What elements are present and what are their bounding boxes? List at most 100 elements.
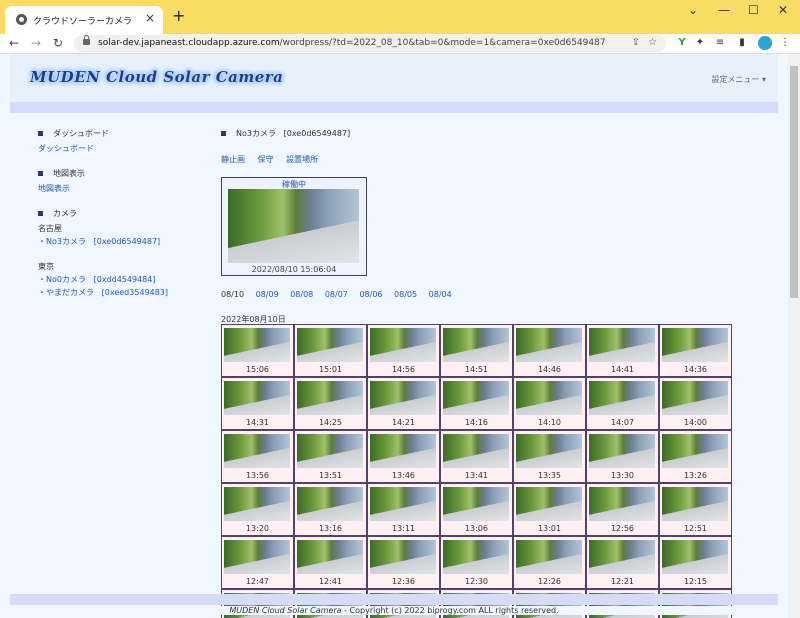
- thumbnail-image: [662, 434, 728, 468]
- thumbnail-image: [662, 540, 728, 574]
- preview-image: [228, 189, 359, 263]
- thumbnail-cell[interactable]: 14:51: [440, 324, 513, 377]
- thumbnail-cell[interactable]: 13:56: [221, 430, 294, 483]
- kebab-menu-icon[interactable]: ⋮: [778, 36, 792, 50]
- thumbnail-cell[interactable]: 12:47: [221, 536, 294, 589]
- thumbnail-cell[interactable]: 12:41: [294, 536, 367, 589]
- thumbnail-image: [224, 434, 290, 468]
- thumbnail-image: [443, 540, 509, 574]
- site-logo[interactable]: MUDEN Cloud Solar Camera: [30, 68, 283, 86]
- thumbnail-time: 14:25: [318, 418, 343, 427]
- thumbnail-cell[interactable]: 13:46: [367, 430, 440, 483]
- camera-preview[interactable]: 稼働中 2022/08/10 15:06:04: [221, 177, 367, 276]
- tab-search-icon[interactable]: ⌄: [688, 3, 698, 17]
- thumbnail-cell[interactable]: 12:15: [659, 536, 732, 589]
- main-content: No3カメラ [0xe0d6549487] 静止画 保守 設置場所 稼働中 20…: [221, 128, 732, 618]
- thumbnail-cell[interactable]: 15:06: [221, 324, 294, 377]
- tab-close-button[interactable]: ×: [145, 11, 155, 25]
- forward-arrow-icon[interactable]: →: [31, 34, 41, 53]
- thumbnail-time: 12:30: [464, 577, 489, 586]
- thumbnail-image: [297, 381, 363, 415]
- thumbnail-cell[interactable]: 14:31: [221, 377, 294, 430]
- profile-avatar[interactable]: [758, 36, 772, 50]
- thumbnail-cell[interactable]: 14:16: [440, 377, 513, 430]
- date-link[interactable]: 08/06: [359, 290, 382, 299]
- thumbnail-time: 13:56: [245, 471, 270, 480]
- reading-list-icon[interactable]: ≡: [713, 36, 727, 50]
- thumbnail-cell[interactable]: 14:00: [659, 377, 732, 430]
- header-band: [10, 102, 778, 113]
- thumbnail-time: 14:36: [683, 365, 708, 374]
- address-bar[interactable]: solar-dev.japaneast.cloudapp.azure.com/w…: [74, 35, 666, 52]
- bookmark-star-icon[interactable]: ☆: [648, 37, 657, 48]
- thumbnail-time: 14:31: [245, 418, 270, 427]
- thumbnail-time: 13:46: [391, 471, 416, 480]
- thumbnail-cell[interactable]: 13:51: [294, 430, 367, 483]
- date-link[interactable]: 08/05: [394, 290, 417, 299]
- thumbnail-cell[interactable]: 13:30: [586, 430, 659, 483]
- scrollbar-thumb[interactable]: [790, 66, 798, 298]
- thumbnail-cell[interactable]: 12:51: [659, 483, 732, 536]
- footer-brand: MUDEN Cloud Solar Camera: [229, 606, 342, 615]
- preview-timestamp: 2022/08/10 15:06:04: [251, 265, 337, 274]
- date-link[interactable]: 08/04: [429, 290, 452, 299]
- thumbnail-time: 13:01: [537, 524, 562, 533]
- thumbnail-cell[interactable]: 13:06: [440, 483, 513, 536]
- extension-icon[interactable]: Y: [675, 36, 689, 50]
- thumbnail-image: [589, 328, 655, 362]
- thumbnail-cell[interactable]: 13:35: [513, 430, 586, 483]
- thumbnail-image: [370, 381, 436, 415]
- reload-icon[interactable]: ↻: [53, 34, 63, 53]
- thumbnail-cell[interactable]: 14:10: [513, 377, 586, 430]
- browser-tab[interactable]: クラウドソーラーカメラ ×: [5, 6, 163, 34]
- thumbnail-cell[interactable]: 13:01: [513, 483, 586, 536]
- thumbnail-cell[interactable]: 13:20: [221, 483, 294, 536]
- back-arrow-icon[interactable]: ←: [9, 34, 19, 53]
- window-close-button[interactable]: ✕: [778, 3, 788, 17]
- thumbnail-time: 13:41: [464, 471, 489, 480]
- thumbnail-cell[interactable]: 14:07: [586, 377, 659, 430]
- thumbnail-cell[interactable]: 12:21: [586, 536, 659, 589]
- thumbnail-image: [443, 328, 509, 362]
- thumbnail-cell[interactable]: 13:26: [659, 430, 732, 483]
- globe-icon: [16, 14, 27, 25]
- action-maintenance[interactable]: 保守: [258, 155, 274, 164]
- thumbnail-cell[interactable]: 12:56: [586, 483, 659, 536]
- thumbnail-cell[interactable]: 13:11: [367, 483, 440, 536]
- camera-link-no0[interactable]: ・No0カメラ [0xdd4549484]: [38, 275, 155, 284]
- thumbnail-cell[interactable]: 13:16: [294, 483, 367, 536]
- thumbnail-cell[interactable]: 14:21: [367, 377, 440, 430]
- date-link[interactable]: 08/08: [290, 290, 313, 299]
- thumbnail-cell[interactable]: 15:01: [294, 324, 367, 377]
- thumbnail-cell[interactable]: 12:26: [513, 536, 586, 589]
- sidebar-link-dashboard[interactable]: ダッシュボード: [38, 144, 94, 153]
- thumbnail-image: [224, 328, 290, 362]
- thumbnail-cell[interactable]: 14:25: [294, 377, 367, 430]
- camera-link-yamada[interactable]: ・やまだカメラ [0xeed3549483]: [38, 288, 168, 297]
- settings-menu[interactable]: 設定メニュー ▾: [711, 74, 766, 85]
- thumbnail-image: [589, 487, 655, 521]
- thumbnail-time: 14:41: [610, 365, 635, 374]
- date-link[interactable]: 08/09: [256, 290, 279, 299]
- thumbnail-cell[interactable]: 14:56: [367, 324, 440, 377]
- thumbnail-cell[interactable]: 13:41: [440, 430, 513, 483]
- thumbnail-time: 13:16: [318, 524, 343, 533]
- thumbnail-cell[interactable]: 14:41: [586, 324, 659, 377]
- thumbnail-cell[interactable]: 14:46: [513, 324, 586, 377]
- camera-link-no3[interactable]: ・No3カメラ [0xe0d6549487]: [38, 237, 160, 246]
- maximize-button[interactable]: ☐: [748, 3, 759, 17]
- side-panel-icon[interactable]: ▮: [735, 36, 749, 50]
- scrollbar[interactable]: [788, 54, 800, 618]
- thumbnail-time: 13:30: [610, 471, 635, 480]
- thumbnail-cell[interactable]: 14:36: [659, 324, 732, 377]
- action-still-image[interactable]: 静止画: [221, 155, 245, 164]
- new-tab-button[interactable]: +: [172, 6, 185, 25]
- date-link[interactable]: 08/07: [325, 290, 348, 299]
- minimize-button[interactable]: —: [718, 3, 730, 17]
- thumbnail-cell[interactable]: 12:30: [440, 536, 513, 589]
- action-install-location[interactable]: 設置場所: [286, 155, 318, 164]
- thumbnail-cell[interactable]: 12:36: [367, 536, 440, 589]
- puzzle-icon[interactable]: ✦: [693, 36, 707, 50]
- share-icon[interactable]: ⇪: [632, 37, 640, 48]
- sidebar-link-map[interactable]: 地図表示: [38, 184, 70, 193]
